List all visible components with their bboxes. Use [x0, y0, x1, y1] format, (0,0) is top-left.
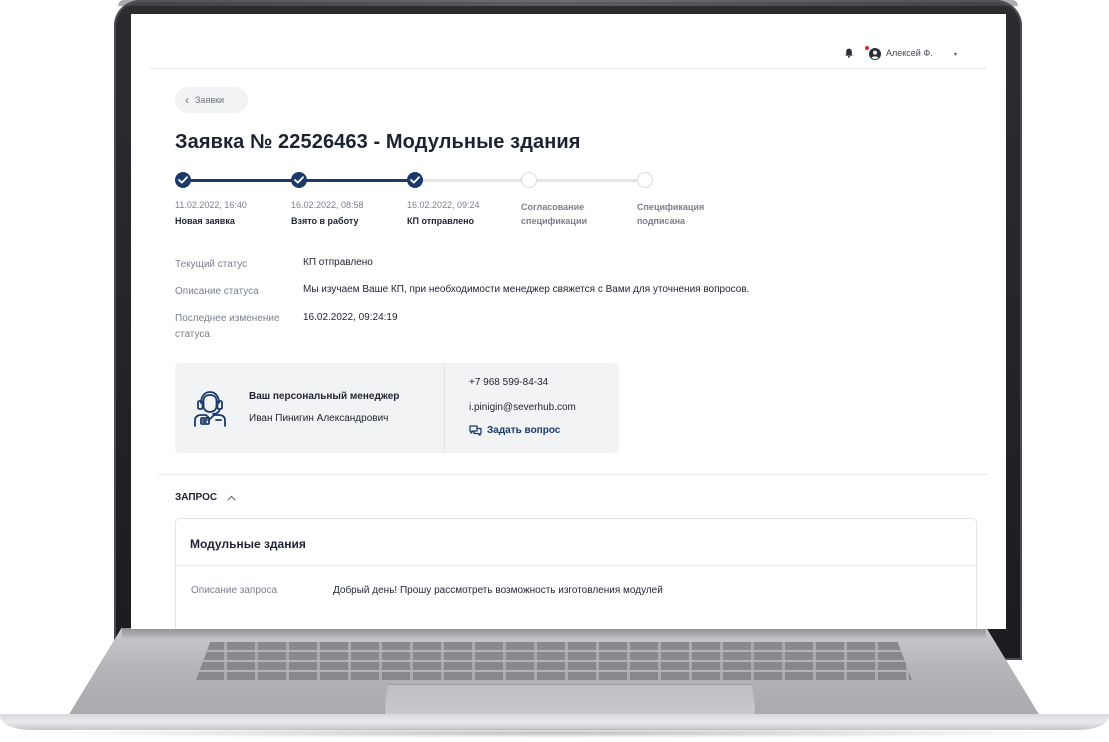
page-title: Заявка № 22526463 - Модульные здания	[175, 131, 581, 153]
request-card-title: Модульные здания	[190, 537, 306, 551]
step-5-label-line2: подписана	[637, 216, 686, 226]
step-1-label: Новая заявка	[175, 216, 235, 226]
request-section-heading: ЗАПРОС	[175, 492, 218, 503]
step-2-label: Взято в работу	[291, 216, 359, 226]
status-stepper: 11.02.2022, 16:40 16.02.2022, 08:58 16.0…	[175, 172, 735, 232]
step-5-label-line1: Спецификация	[637, 202, 705, 212]
bell-icon[interactable]	[844, 48, 854, 58]
back-to-requests-button[interactable]: ‹ Заявки	[175, 87, 248, 113]
step-1-date: 11.02.2022, 16:40	[175, 200, 247, 210]
chat-icon	[469, 425, 482, 436]
user-avatar-icon[interactable]	[869, 48, 881, 60]
request-card-divider	[176, 565, 976, 566]
status-description-label: Описание статуса	[175, 286, 259, 297]
manager-email-link[interactable]: i.pinigin@severhub.com	[469, 402, 576, 413]
manager-phone-link[interactable]: +7 968 599-84-34	[469, 377, 548, 388]
manager-name: Иван Пинигин Александрович	[249, 413, 389, 424]
laptop-keyboard-rows	[196, 642, 912, 680]
step-3-label: КП отправлено	[407, 216, 475, 226]
status-description-value: Мы изучаем Ваше КП, при необходимости ме…	[303, 284, 750, 295]
manager-support-icon	[194, 391, 226, 427]
current-status-value: КП отправлено	[303, 257, 373, 268]
ask-question-button[interactable]: Задать вопрос	[469, 425, 560, 436]
step-4-label-line1: Согласование	[521, 202, 585, 212]
step-3-check-icon	[407, 172, 423, 188]
laptop-hinge	[122, 628, 986, 638]
laptop-lid-shine	[118, 0, 1018, 6]
laptop-trackpad	[384, 684, 756, 715]
manager-title: Ваш персональный менеджер	[249, 391, 400, 402]
last-change-label-line2: статуса	[175, 329, 210, 340]
step-3-date: 16.02.2022, 09:24	[407, 200, 480, 210]
current-status-label: Текущий статус	[175, 259, 248, 270]
request-section-toggle[interactable]: ЗАПРОС	[175, 492, 236, 503]
section-divider	[158, 474, 987, 475]
manager-card: Ваш персональный менеджер Иван Пинигин А…	[175, 363, 619, 453]
step-2-check-icon	[291, 172, 307, 188]
step-4-circle-icon	[521, 172, 537, 188]
laptop-screen: Алексей Ф. ▾ ‹ Заявки Заявка № 22526463 …	[131, 14, 1006, 629]
laptop-shadow	[20, 728, 1089, 738]
step-5-circle-icon	[637, 172, 653, 188]
step-2-date: 16.02.2022, 08:58	[291, 200, 364, 210]
chevron-left-icon: ‹	[185, 93, 189, 107]
last-change-label-line1: Последнее изменение	[175, 313, 280, 324]
request-description-value: Добрый день! Прошу рассмотреть возможнос…	[333, 585, 663, 596]
top-bar	[150, 14, 987, 69]
manager-card-divider	[444, 363, 445, 453]
step-1-check-icon	[175, 172, 191, 188]
chevron-down-icon[interactable]: ▾	[954, 51, 957, 58]
user-name[interactable]: Алексей Ф.	[886, 48, 933, 58]
chevron-up-icon	[227, 495, 236, 501]
request-card: Модульные здания Описание запроса Добрый…	[175, 518, 977, 629]
ask-question-label: Задать вопрос	[487, 425, 561, 436]
back-button-label: Заявки	[195, 95, 225, 105]
request-description-label: Описание запроса	[191, 585, 278, 596]
step-4-label-line2: спецификации	[521, 216, 588, 226]
last-change-value: 16.02.2022, 09:24:19	[303, 312, 398, 323]
